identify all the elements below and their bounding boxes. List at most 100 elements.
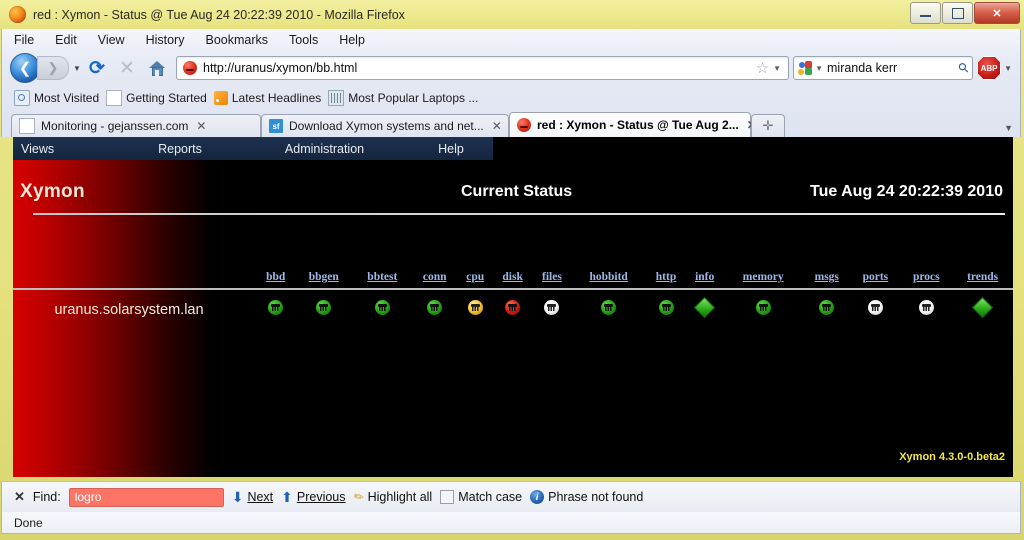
- xymon-red-icon: [517, 118, 531, 132]
- close-icon[interactable]: ✕: [14, 489, 25, 505]
- new-tab-button[interactable]: ✛: [751, 114, 785, 137]
- column-header-ports[interactable]: ports: [850, 257, 900, 286]
- column-header-hobbitd[interactable]: hobbitd: [571, 257, 646, 286]
- arrow-up-icon: ⬆: [281, 489, 293, 505]
- column-header-bbgen[interactable]: bbgen: [294, 257, 353, 286]
- bookmark-label: Most Visited: [34, 90, 100, 105]
- timestamp: Tue Aug 24 20:22:39 2010: [810, 183, 1003, 200]
- google-icon: [798, 60, 813, 76]
- find-next-button[interactable]: ⬇ Next: [232, 490, 273, 504]
- bookmark-label: Most Popular Laptops ...: [348, 90, 479, 105]
- status-cell-trends[interactable]: [952, 289, 1013, 330]
- find-input[interactable]: logro: [68, 487, 224, 507]
- status-cell-msgs[interactable]: [803, 289, 850, 330]
- bookmark-latest-headlines[interactable]: Latest Headlines: [213, 90, 321, 105]
- column-header-http[interactable]: http: [646, 257, 686, 286]
- status-cell-conn[interactable]: [412, 289, 458, 330]
- bookmark-most-visited[interactable]: Most Visited: [14, 89, 100, 106]
- menu-edit[interactable]: Edit: [55, 33, 77, 47]
- close-icon[interactable]: ✕: [492, 119, 502, 133]
- status-cell-hobbitd[interactable]: [571, 289, 646, 330]
- status-cell-memory[interactable]: [723, 289, 803, 330]
- search-bar[interactable]: ▼ miranda kerr ⚲: [793, 56, 974, 80]
- status-cell-files[interactable]: [533, 289, 572, 330]
- firefox-window: red : Xymon - Status @ Tue Aug 24 20:22:…: [0, 0, 1024, 540]
- status-cell-bbtest[interactable]: [353, 289, 412, 330]
- column-header-procs[interactable]: procs: [900, 257, 952, 286]
- status-cell-http[interactable]: [646, 289, 686, 330]
- column-header-trends[interactable]: trends: [952, 257, 1013, 286]
- status-icon-green: [374, 300, 390, 315]
- status-cell-disk[interactable]: [493, 289, 533, 330]
- menu-tools[interactable]: Tools: [289, 33, 318, 47]
- search-icon: [14, 89, 30, 106]
- bookmark-most-popular-laptops[interactable]: Most Popular Laptops ...: [328, 89, 479, 106]
- page-icon: [19, 118, 35, 134]
- menu-help[interactable]: Help: [339, 33, 365, 47]
- column-header-msgs[interactable]: msgs: [803, 257, 850, 286]
- stop-button[interactable]: ✕: [112, 54, 142, 82]
- back-icon[interactable]: ❮: [10, 53, 40, 83]
- column-header-conn[interactable]: conn: [412, 257, 458, 286]
- status-cell-bbgen[interactable]: [294, 289, 353, 330]
- chevron-down-icon[interactable]: ▼: [73, 64, 81, 73]
- home-icon: [148, 60, 166, 76]
- menu-bookmarks[interactable]: Bookmarks: [205, 33, 268, 47]
- bookmark-star-icon[interactable]: ☆: [752, 59, 773, 77]
- xymon-brand: Xymon: [20, 181, 85, 202]
- column-header-cpu[interactable]: cpu: [458, 257, 493, 286]
- column-header-bbtest[interactable]: bbtest: [353, 257, 412, 286]
- column-header-info[interactable]: info: [686, 257, 723, 286]
- url-bar[interactable]: http://uranus/xymon/bb.html ☆ ▼: [176, 56, 790, 80]
- tab-label: red : Xymon - Status @ Tue Aug 2...: [537, 118, 739, 132]
- xymon-version-footer: Xymon 4.3.0-0.beta2: [899, 451, 1005, 463]
- find-previous-button[interactable]: ⬆ Previous: [281, 490, 345, 504]
- close-button[interactable]: ✕: [974, 2, 1020, 24]
- xymon-nav-administration[interactable]: Administration: [285, 142, 364, 156]
- search-input[interactable]: miranda kerr: [827, 61, 959, 75]
- chevron-down-icon[interactable]: ▼: [1004, 64, 1012, 73]
- column-header-memory[interactable]: memory: [723, 257, 803, 286]
- xymon-nav-help[interactable]: Help: [438, 142, 464, 156]
- home-button[interactable]: [142, 54, 172, 82]
- column-header-disk[interactable]: disk: [493, 257, 533, 286]
- status-bar: Done: [1, 512, 1021, 534]
- tab-xymon-status[interactable]: red : Xymon - Status @ Tue Aug 2... ✕: [509, 112, 757, 137]
- maximize-button[interactable]: [942, 2, 973, 24]
- chevron-down-icon[interactable]: ▼: [815, 64, 823, 73]
- tab-monitoring[interactable]: Monitoring - gejanssen.com ✕: [11, 114, 261, 137]
- info-icon: i: [530, 490, 545, 504]
- status-cell-ports[interactable]: [850, 289, 900, 330]
- arrow-down-icon: ⬇: [231, 489, 244, 505]
- column-header-files[interactable]: files: [533, 257, 572, 286]
- menu-bar: File Edit View History Bookmarks Tools H…: [2, 29, 1020, 50]
- minimize-button[interactable]: [910, 2, 941, 24]
- page-icon: [106, 89, 123, 106]
- bookmark-getting-started[interactable]: Getting Started: [106, 89, 207, 106]
- column-header-bbd[interactable]: bbd: [257, 257, 294, 286]
- menu-file[interactable]: File: [14, 33, 34, 47]
- xymon-nav-views[interactable]: Views: [21, 142, 54, 156]
- status-cell-info[interactable]: [686, 289, 723, 330]
- status-cell-cpu[interactable]: [458, 289, 493, 330]
- menu-history[interactable]: History: [146, 33, 185, 47]
- checkbox-icon: [440, 490, 455, 504]
- status-cell-bbd[interactable]: [257, 289, 294, 330]
- status-cell-procs[interactable]: [900, 289, 952, 330]
- chevron-down-icon[interactable]: ▼: [773, 64, 784, 73]
- navigation-toolbar: ❮ ❯ ▼ ⟳ ✕ http://uranus/xymon/bb.html ☆ …: [2, 50, 1020, 86]
- host-name[interactable]: uranus.solarsystem.lan: [13, 289, 257, 330]
- close-icon[interactable]: ✕: [196, 119, 206, 133]
- adblock-icon[interactable]: ABP: [977, 56, 1002, 80]
- header-divider: [33, 213, 1005, 215]
- highlight-all-button[interactable]: ✎ Highlight all: [350, 488, 432, 505]
- url-text: http://uranus/xymon/bb.html: [203, 61, 358, 75]
- status-icon-green: [316, 300, 332, 315]
- reload-button[interactable]: ⟳: [82, 54, 112, 82]
- status-icon-yellow: [467, 300, 483, 315]
- xymon-nav-reports[interactable]: Reports: [158, 142, 202, 156]
- menu-view[interactable]: View: [98, 33, 125, 47]
- list-all-tabs-icon[interactable]: ▼: [1004, 123, 1013, 133]
- match-case-checkbox[interactable]: Match case: [440, 490, 522, 504]
- tab-download-xymon[interactable]: sf Download Xymon systems and net... ✕: [261, 114, 509, 137]
